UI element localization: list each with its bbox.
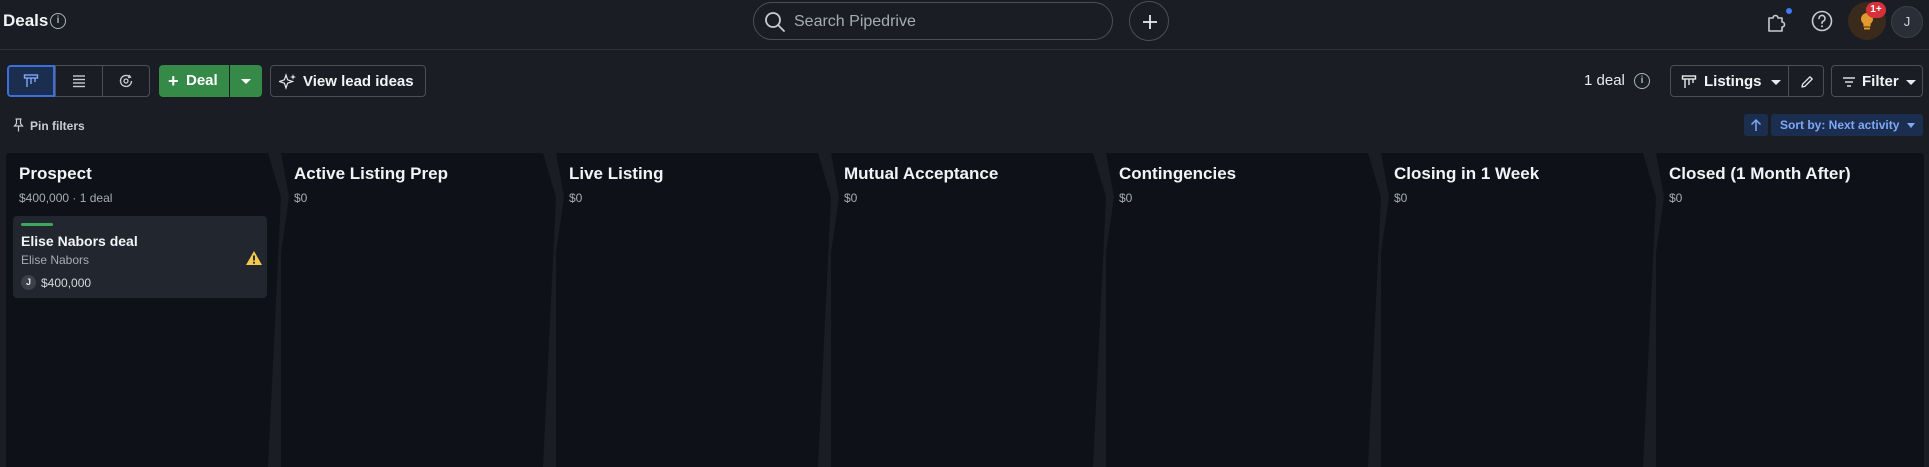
top-header: Deals i 1+ J bbox=[0, 0, 1929, 50]
pin-icon bbox=[13, 118, 24, 132]
stage-summary: $0 bbox=[1669, 191, 1683, 205]
list-view-button[interactable] bbox=[55, 65, 103, 97]
sort-direction-button[interactable] bbox=[1744, 114, 1768, 136]
pin-filters-label: Pin filters bbox=[30, 119, 85, 133]
stage-column-shape bbox=[1106, 153, 1381, 467]
user-avatar[interactable]: J bbox=[1891, 6, 1923, 38]
filter-icon bbox=[1843, 77, 1855, 87]
search-input[interactable] bbox=[794, 12, 1094, 32]
arrow-up-icon bbox=[1750, 118, 1762, 131]
deal-count-info-icon[interactable]: i bbox=[1634, 73, 1650, 89]
pipeline-view-button[interactable] bbox=[7, 65, 55, 97]
stage-column: Contingencies $0 bbox=[1106, 153, 1381, 467]
page-title: Deals bbox=[3, 11, 49, 30]
pencil-icon bbox=[1801, 76, 1813, 88]
stage-title: Prospect bbox=[19, 164, 92, 183]
list-icon bbox=[73, 75, 85, 88]
stage-summary: $0 bbox=[844, 191, 858, 205]
sort-by-label: Sort by: Next activity bbox=[1780, 118, 1900, 132]
forecast-icon bbox=[119, 74, 133, 88]
deal-count: 1 deal bbox=[1584, 72, 1625, 89]
filter-button[interactable]: Filter bbox=[1831, 65, 1923, 97]
add-deal-label: Deal bbox=[186, 72, 218, 89]
add-deal-dropdown-button[interactable] bbox=[230, 65, 262, 97]
deal-status-bar bbox=[21, 223, 53, 226]
help-icon[interactable] bbox=[1809, 8, 1835, 34]
deal-card[interactable]: Elise Nabors deal Elise Nabors J $400,00… bbox=[13, 216, 267, 298]
quick-add-button[interactable] bbox=[1129, 1, 1169, 41]
pipeline-board: Prospect $400,000 · 1 deal Elise Nabors … bbox=[6, 153, 1924, 467]
pipeline-select-label: Listings bbox=[1704, 73, 1762, 90]
forecast-view-button[interactable] bbox=[102, 65, 150, 97]
sparkle-icon bbox=[279, 73, 296, 90]
stage-title: Mutual Acceptance bbox=[844, 164, 999, 183]
stage-column-shape bbox=[1656, 153, 1924, 467]
view-lead-ideas-label: View lead ideas bbox=[303, 73, 414, 90]
stage-summary: $0 bbox=[569, 191, 583, 205]
stage-title: Contingencies bbox=[1119, 164, 1237, 183]
stage-column-shape bbox=[1381, 153, 1656, 467]
edit-pipeline-button[interactable] bbox=[1788, 65, 1824, 97]
add-deal-button[interactable]: + Deal bbox=[159, 65, 229, 97]
stage-title: Active Listing Prep bbox=[294, 164, 448, 183]
stage-summary: $0 bbox=[294, 191, 308, 205]
plus-icon: + bbox=[168, 71, 179, 91]
stage-column: Closing in 1 Week $0 bbox=[1381, 153, 1656, 467]
warning-triangle-icon[interactable] bbox=[245, 250, 263, 266]
stage-column-shape bbox=[831, 153, 1106, 467]
notification-dot bbox=[1786, 8, 1792, 14]
stage-column: Active Listing Prep $0 bbox=[281, 153, 556, 467]
stage-column: Live Listing $0 bbox=[556, 153, 831, 467]
chevron-down-icon bbox=[1906, 80, 1916, 85]
tips-badge: 1+ bbox=[1866, 2, 1886, 18]
chevron-down-icon bbox=[1771, 80, 1781, 85]
stage-title: Closed (1 Month After) bbox=[1669, 164, 1851, 183]
stage-column: Prospect $400,000 · 1 deal Elise Nabors … bbox=[6, 153, 281, 467]
stage-column-shape bbox=[281, 153, 556, 467]
search-icon bbox=[765, 12, 785, 32]
chevron-down-icon bbox=[1907, 123, 1915, 128]
search-box[interactable] bbox=[753, 2, 1113, 40]
deal-value: $400,000 bbox=[41, 276, 92, 290]
plus-icon bbox=[1143, 15, 1157, 29]
stage-column: Mutual Acceptance $0 bbox=[831, 153, 1106, 467]
view-lead-ideas-button[interactable]: View lead ideas bbox=[270, 65, 426, 97]
stage-column: Closed (1 Month After) $0 bbox=[1656, 153, 1924, 467]
kanban-icon bbox=[1681, 75, 1697, 88]
stage-summary: $400,000 · 1 deal bbox=[19, 191, 113, 205]
deal-owner-avatar: J bbox=[21, 275, 36, 290]
pipeline-select[interactable]: Listings bbox=[1670, 65, 1789, 97]
deal-person: Elise Nabors bbox=[21, 253, 90, 267]
kanban-icon bbox=[23, 74, 39, 87]
deal-title[interactable]: Elise Nabors deal bbox=[21, 233, 138, 249]
stage-title: Closing in 1 Week bbox=[1394, 164, 1540, 183]
filter-label: Filter bbox=[1862, 73, 1899, 90]
title-info-icon[interactable]: i bbox=[50, 13, 66, 29]
stage-summary: $0 bbox=[1119, 191, 1133, 205]
stage-title: Live Listing bbox=[569, 164, 664, 183]
chevron-down-icon bbox=[241, 79, 251, 84]
stage-column-shape bbox=[556, 153, 831, 467]
sort-by-button[interactable]: Sort by: Next activity bbox=[1771, 114, 1923, 136]
stage-summary: $0 bbox=[1394, 191, 1408, 205]
